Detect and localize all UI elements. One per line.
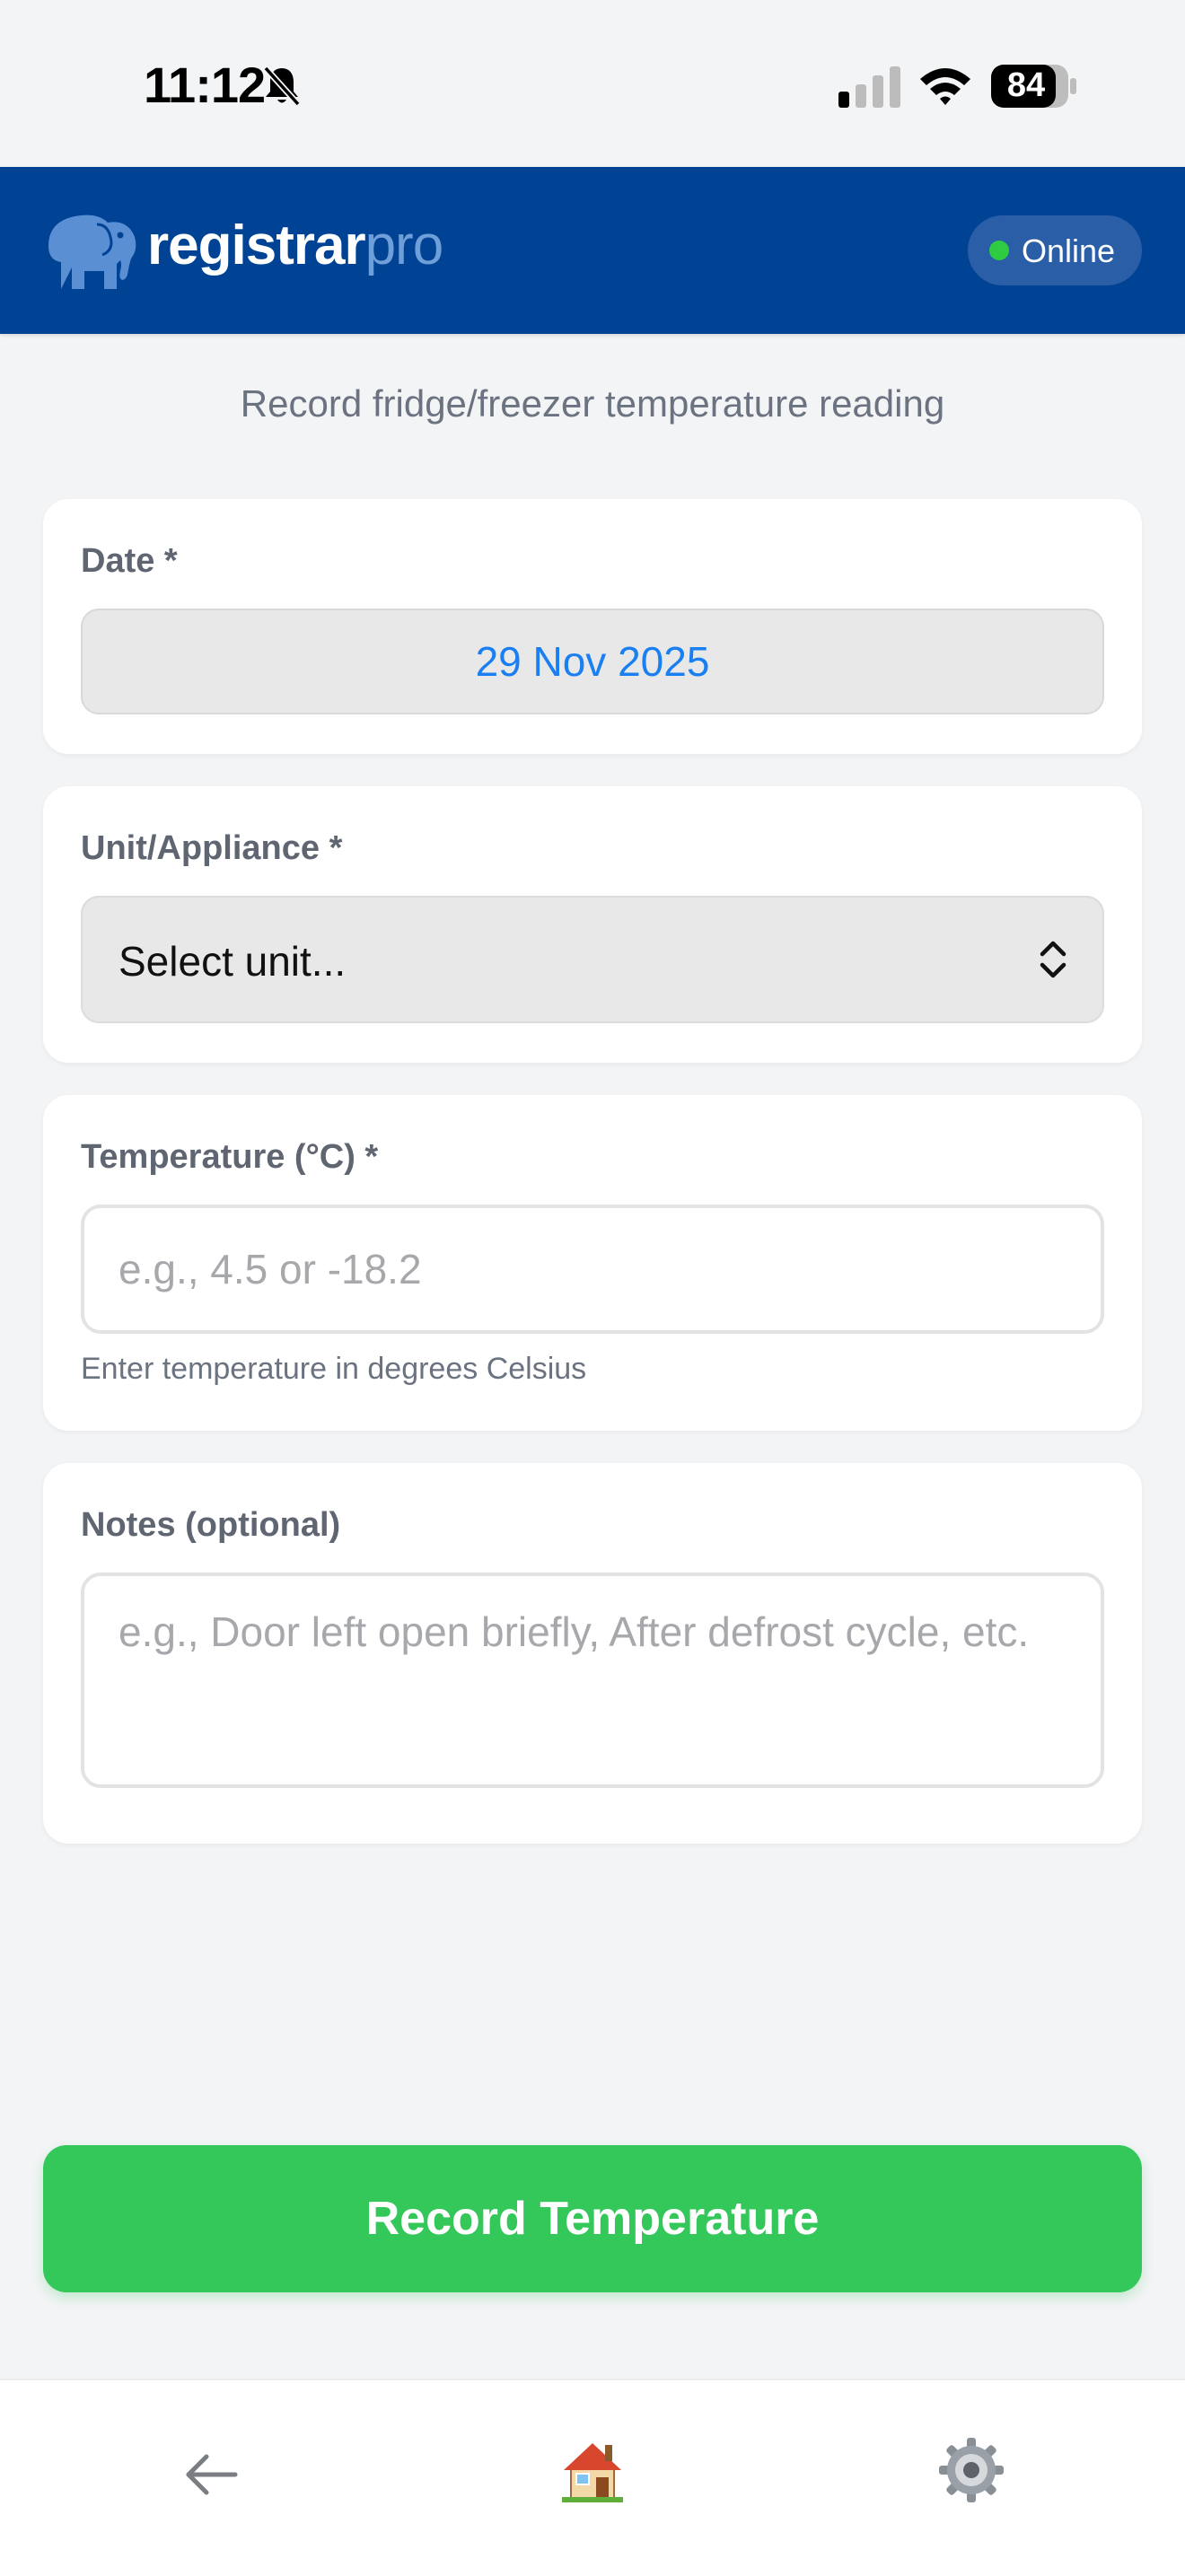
connection-status-badge: Online (968, 215, 1142, 285)
notes-placeholder: e.g., Door left open briefly, After defr… (118, 1608, 1030, 1655)
unit-card: Unit/Appliance * Select unit... (43, 786, 1142, 1063)
brand-suffix: pro (364, 215, 444, 276)
elephant-icon (48, 215, 136, 289)
notes-label: Notes (optional) (81, 1506, 341, 1544)
record-temperature-button[interactable]: Record Temperature (43, 2145, 1142, 2292)
brand-logo: registrarpro (147, 214, 443, 277)
status-bar: 11:12 84 (0, 0, 1185, 167)
date-picker[interactable]: 29 Nov 2025 (81, 609, 1104, 714)
chevron-up-down-icon (1040, 941, 1066, 978)
battery-level: 84 (1006, 66, 1046, 104)
date-label: Date * (81, 542, 178, 580)
temperature-label: Temperature (°C) * (81, 1138, 379, 1176)
connection-status-label: Online (1022, 232, 1116, 269)
temperature-card: Temperature (°C) * e.g., 4.5 or -18.2 En… (43, 1095, 1142, 1431)
unit-select-value: Select unit... (118, 938, 347, 985)
signal-icon (838, 66, 900, 108)
temperature-helper-text: Enter temperature in degrees Celsius (81, 1352, 587, 1386)
date-card: Date * 29 Nov 2025 (43, 499, 1142, 754)
online-dot-icon (989, 241, 1009, 260)
brand-name: registrar (147, 215, 366, 276)
wifi-icon (920, 68, 970, 105)
temperature-placeholder: e.g., 4.5 or -18.2 (118, 1246, 422, 1292)
bell-slash-icon (263, 66, 301, 107)
notes-card: Notes (optional) e.g., Door left open br… (43, 1463, 1142, 1844)
battery-icon: 84 (991, 65, 1077, 108)
unit-select[interactable]: Select unit... (81, 896, 1104, 1023)
arrow-left-icon[interactable] (183, 2452, 239, 2497)
house-icon[interactable] (558, 2436, 627, 2504)
status-time: 11:12 (144, 57, 266, 113)
gear-icon[interactable] (937, 2436, 1005, 2504)
bottom-nav (0, 2379, 1185, 2576)
notes-textarea[interactable]: e.g., Door left open briefly, After defr… (81, 1573, 1104, 1788)
page-subtitle: Record fridge/freezer temperature readin… (240, 382, 945, 425)
unit-label: Unit/Appliance * (81, 829, 343, 867)
temperature-input[interactable]: e.g., 4.5 or -18.2 (81, 1205, 1104, 1334)
app-header: registrarpro Online (0, 167, 1185, 334)
